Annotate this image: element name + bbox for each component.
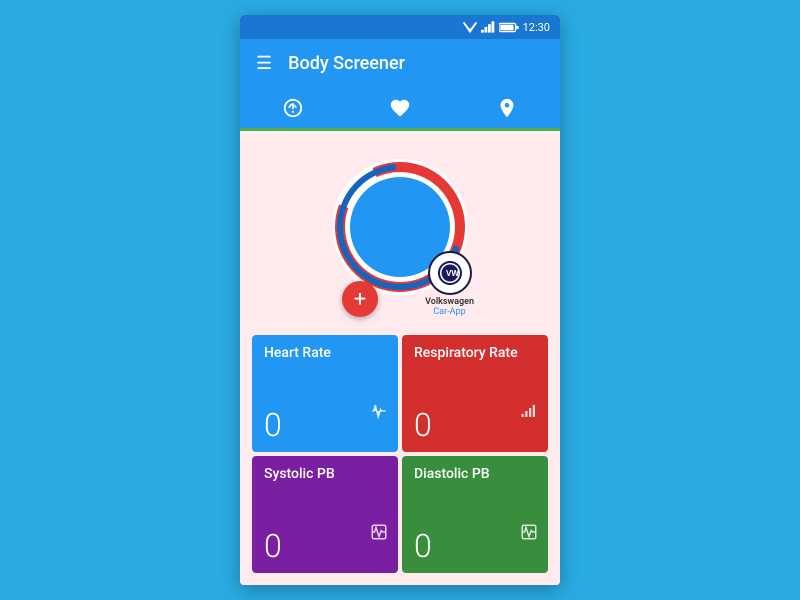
signal-icon (481, 21, 495, 33)
vw-logo: VW Volkswagen Car-App (425, 251, 474, 317)
status-icons: 12:30 (463, 21, 550, 34)
respiratory-rate-label: Respiratory Rate (414, 345, 536, 361)
vw-icon: VW (435, 259, 465, 287)
respiratory-rate-tile[interactable]: Respiratory Rate 0 (402, 335, 548, 452)
status-bar: 12:30 (240, 15, 560, 39)
app-title: Body Screener (288, 53, 544, 74)
tab-location[interactable] (453, 87, 560, 128)
heart-rate-icon (370, 402, 388, 424)
systolic-pb-icon (370, 523, 388, 545)
tab-bar (240, 87, 560, 131)
location-icon (496, 97, 518, 119)
diastolic-pb-icon (520, 523, 538, 545)
svg-text:VW: VW (446, 269, 459, 278)
heart-rate-tile[interactable]: Heart Rate 0 (252, 335, 398, 452)
diastolic-pb-value: 0 (414, 517, 536, 565)
respiratory-rate-icon (520, 402, 538, 424)
systolic-pb-tile[interactable]: Systolic PB 0 (252, 456, 398, 573)
respiratory-rate-value: 0 (414, 396, 536, 444)
battery-icon (499, 22, 519, 33)
vw-brand-name: Volkswagen (425, 297, 474, 307)
diastolic-pb-label: Diastolic PB (414, 466, 536, 482)
vw-logo-circle: VW (428, 251, 472, 295)
tiles-grid: Heart Rate 0 Respiratory Rate (252, 335, 548, 573)
gauge-container: + VW Volkswagen Car-App (310, 147, 490, 307)
systolic-pb-value: 0 (264, 517, 386, 565)
phone-frame: 12:30 ☰ Body Screener (240, 15, 560, 585)
top-bar: ☰ Body Screener (240, 39, 560, 87)
tab-heart[interactable] (347, 87, 454, 128)
menu-icon[interactable]: ☰ (256, 53, 272, 74)
heart-rate-value: 0 (264, 396, 386, 444)
speedometer-icon (282, 97, 304, 119)
wifi-icon (463, 21, 477, 33)
time-display: 12:30 (523, 21, 550, 34)
fab-button[interactable]: + (342, 281, 378, 317)
vw-subtext: Car-App (433, 307, 465, 317)
tab-speed[interactable] (240, 87, 347, 128)
main-content: + VW Volkswagen Car-App (240, 131, 560, 585)
diastolic-pb-tile[interactable]: Diastolic PB 0 (402, 456, 548, 573)
systolic-pb-label: Systolic PB (264, 466, 386, 482)
heart-rate-label: Heart Rate (264, 345, 386, 361)
heart-icon (389, 97, 411, 119)
